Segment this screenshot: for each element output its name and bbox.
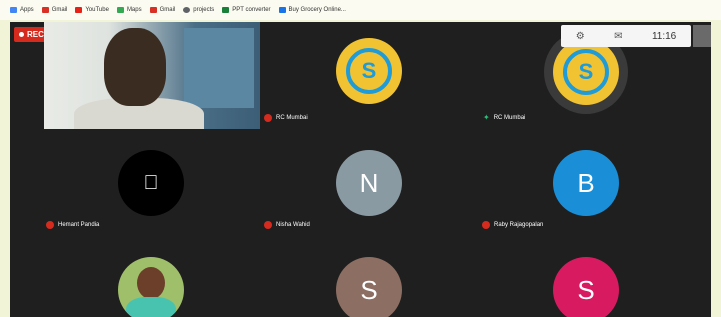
youtube-icon — [75, 7, 83, 13]
bookmark-gmail[interactable]: Gmail — [41, 7, 67, 13]
rc-mumbai-logo: S — [336, 38, 402, 104]
meeting-clock: 11:16 — [651, 30, 677, 42]
self-view-thumbnail[interactable] — [693, 25, 711, 47]
mic-muted-icon — [264, 221, 272, 229]
bookmark-apps[interactable]: Apps — [10, 7, 34, 13]
rc-logo-icon: S — [346, 48, 392, 94]
bookmark-projects[interactable]: projects — [183, 7, 214, 13]
tile-label-nisha: Nisha Wahid — [264, 221, 310, 229]
tile-label-hemant: Hemant Pandia — [46, 221, 99, 229]
rc-mumbai-logo-2: S — [553, 39, 619, 105]
bookmark-grocery[interactable]: Buy Grocery Online... — [278, 7, 346, 13]
apps-icon — [10, 7, 17, 13]
bookmark-gmail-2[interactable]: Gmail — [149, 7, 175, 13]
tile-label-raby: Raby Rajagopalan — [482, 221, 543, 229]
participant-photo-avatar — [118, 257, 184, 317]
participant-video-tile[interactable] — [44, 22, 260, 129]
apple-icon:  — [144, 172, 159, 195]
person-head — [104, 28, 166, 106]
tile-label-rc-mumbai-2: ✦ RC Mumbai — [483, 113, 526, 122]
rc-logo-icon: S — [563, 49, 609, 95]
gmail-icon — [149, 7, 157, 13]
participants-icon[interactable]: ⚙ — [576, 31, 585, 42]
bookmarks-bar: Apps Gmail YouTube Maps Gmail projects P… — [0, 0, 721, 20]
window-background — [184, 28, 254, 108]
top-controls: ⚙ ✉ 11:16 — [561, 25, 691, 47]
ppt-icon — [222, 7, 230, 13]
grocery-icon — [278, 7, 286, 13]
bookmark-ppt-converter[interactable]: PPT converter — [222, 7, 271, 13]
bookmark-youtube[interactable]: YouTube — [75, 7, 109, 13]
mic-active-icon: ✦ — [483, 113, 490, 122]
globe-icon — [183, 7, 191, 13]
mic-muted-icon — [482, 221, 490, 229]
meeting-grid: REC S RC Mumbai S ✦ RC Mumbai ⚙ ✉ 11:16 … — [10, 22, 711, 317]
avatar-nisha: N — [336, 150, 402, 216]
mic-muted-icon — [46, 221, 54, 229]
gmail-icon — [41, 7, 49, 13]
record-dot-icon — [19, 32, 24, 37]
avatar-s-2: S — [553, 257, 619, 317]
bookmark-maps[interactable]: Maps — [116, 7, 142, 13]
avatar-s-1: S — [336, 257, 402, 317]
photo-head — [137, 267, 165, 299]
avatar-raby: B — [553, 150, 619, 216]
mic-muted-icon — [264, 114, 272, 122]
apple-avatar:  — [118, 150, 184, 216]
chat-icon[interactable]: ✉ — [614, 31, 622, 42]
tile-label-rc-mumbai: RC Mumbai — [264, 114, 308, 122]
photo-body — [126, 297, 176, 317]
maps-icon — [116, 7, 124, 13]
